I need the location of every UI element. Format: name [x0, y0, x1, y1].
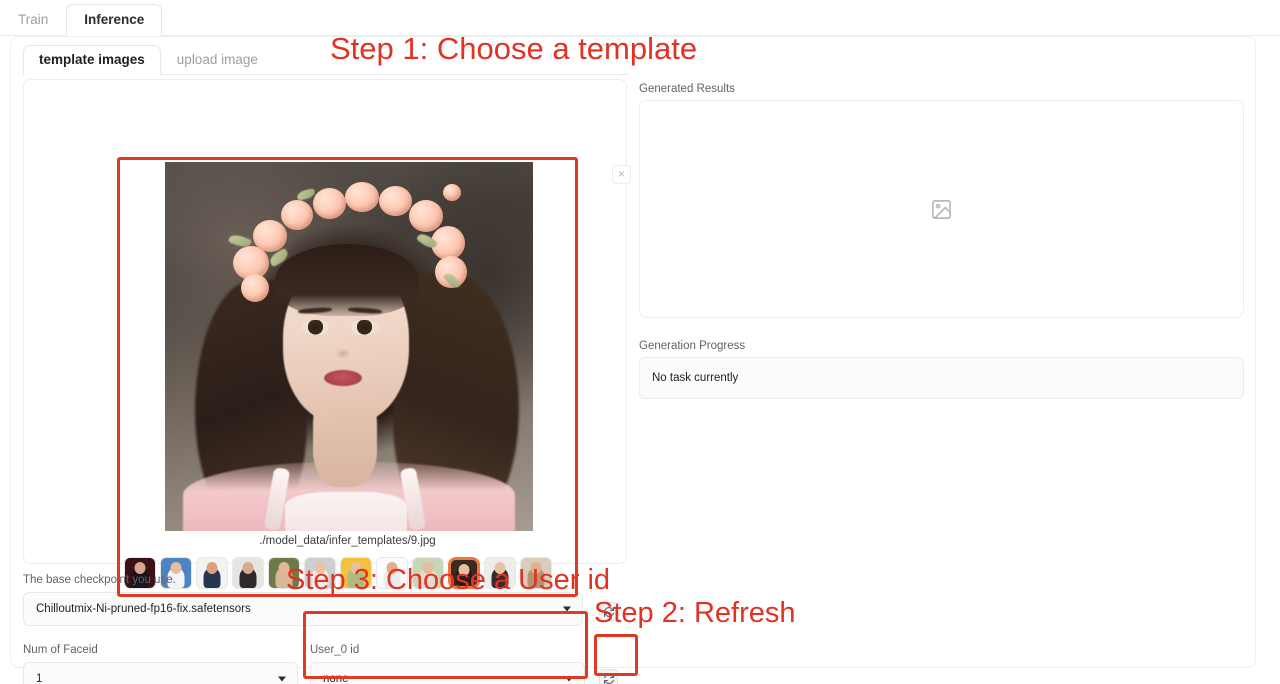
annotation-step-3: Step 3: Choose a User id [286, 564, 611, 596]
numfaceid-dropdown[interactable]: 1 [23, 662, 298, 684]
refresh-userid-button[interactable] [599, 669, 618, 684]
refresh-icon [603, 673, 614, 684]
numfaceid-value: 1 [36, 673, 43, 684]
thumb-head-shape [170, 561, 182, 574]
chevron-down-icon [565, 676, 573, 682]
tab-upload-image[interactable]: upload image [161, 45, 274, 75]
image-placeholder-icon [932, 199, 951, 219]
numfaceid-label: Num of Faceid [23, 644, 98, 656]
generation-progress-box: No task currently [639, 357, 1244, 399]
numfaceid-field-group: Num of Faceid 1 [23, 644, 298, 684]
userid-dropdown[interactable]: none [310, 662, 585, 684]
thumb-head-shape [134, 561, 146, 574]
checkpoint-dropdown[interactable]: Chilloutmix-Ni-pruned-fp16-fix.safetenso… [23, 592, 583, 626]
thumb-head-shape [242, 561, 254, 574]
portrait-illustration [165, 162, 533, 531]
flower-crown [227, 182, 467, 312]
annotation-step-2: Step 2: Refresh [594, 597, 796, 629]
generated-results-gallery[interactable] [639, 100, 1244, 318]
template-gallery-card: × ./model_data/infer_templates/9.jpg [23, 79, 631, 597]
tab-inference[interactable]: Inference [66, 3, 163, 36]
chevron-down-icon [278, 676, 286, 682]
userid-value: none [323, 673, 349, 684]
checkpoint-value: Chilloutmix-Ni-pruned-fp16-fix.safetenso… [36, 603, 251, 615]
template-preview-image[interactable] [165, 162, 533, 531]
tab-train[interactable]: Train [0, 4, 66, 36]
tab-template-images[interactable]: template images [23, 44, 161, 75]
chevron-down-icon [563, 606, 571, 612]
userid-label: User_0 id [310, 644, 360, 656]
close-icon[interactable]: × [612, 165, 631, 184]
template-filepath-label: ./model_data/infer_templates/9.jpg [259, 535, 436, 547]
generation-progress-value: No task currently [652, 372, 739, 384]
generation-progress-label: Generation Progress [639, 340, 746, 352]
thumb-head-shape [206, 561, 218, 574]
userid-field-group: User_0 id none [310, 644, 585, 684]
annotation-step-1: Step 1: Choose a template [330, 31, 698, 66]
generated-results-label: Generated Results [639, 83, 735, 95]
inference-panel: template images upload image × ./model_d… [10, 36, 1256, 684]
